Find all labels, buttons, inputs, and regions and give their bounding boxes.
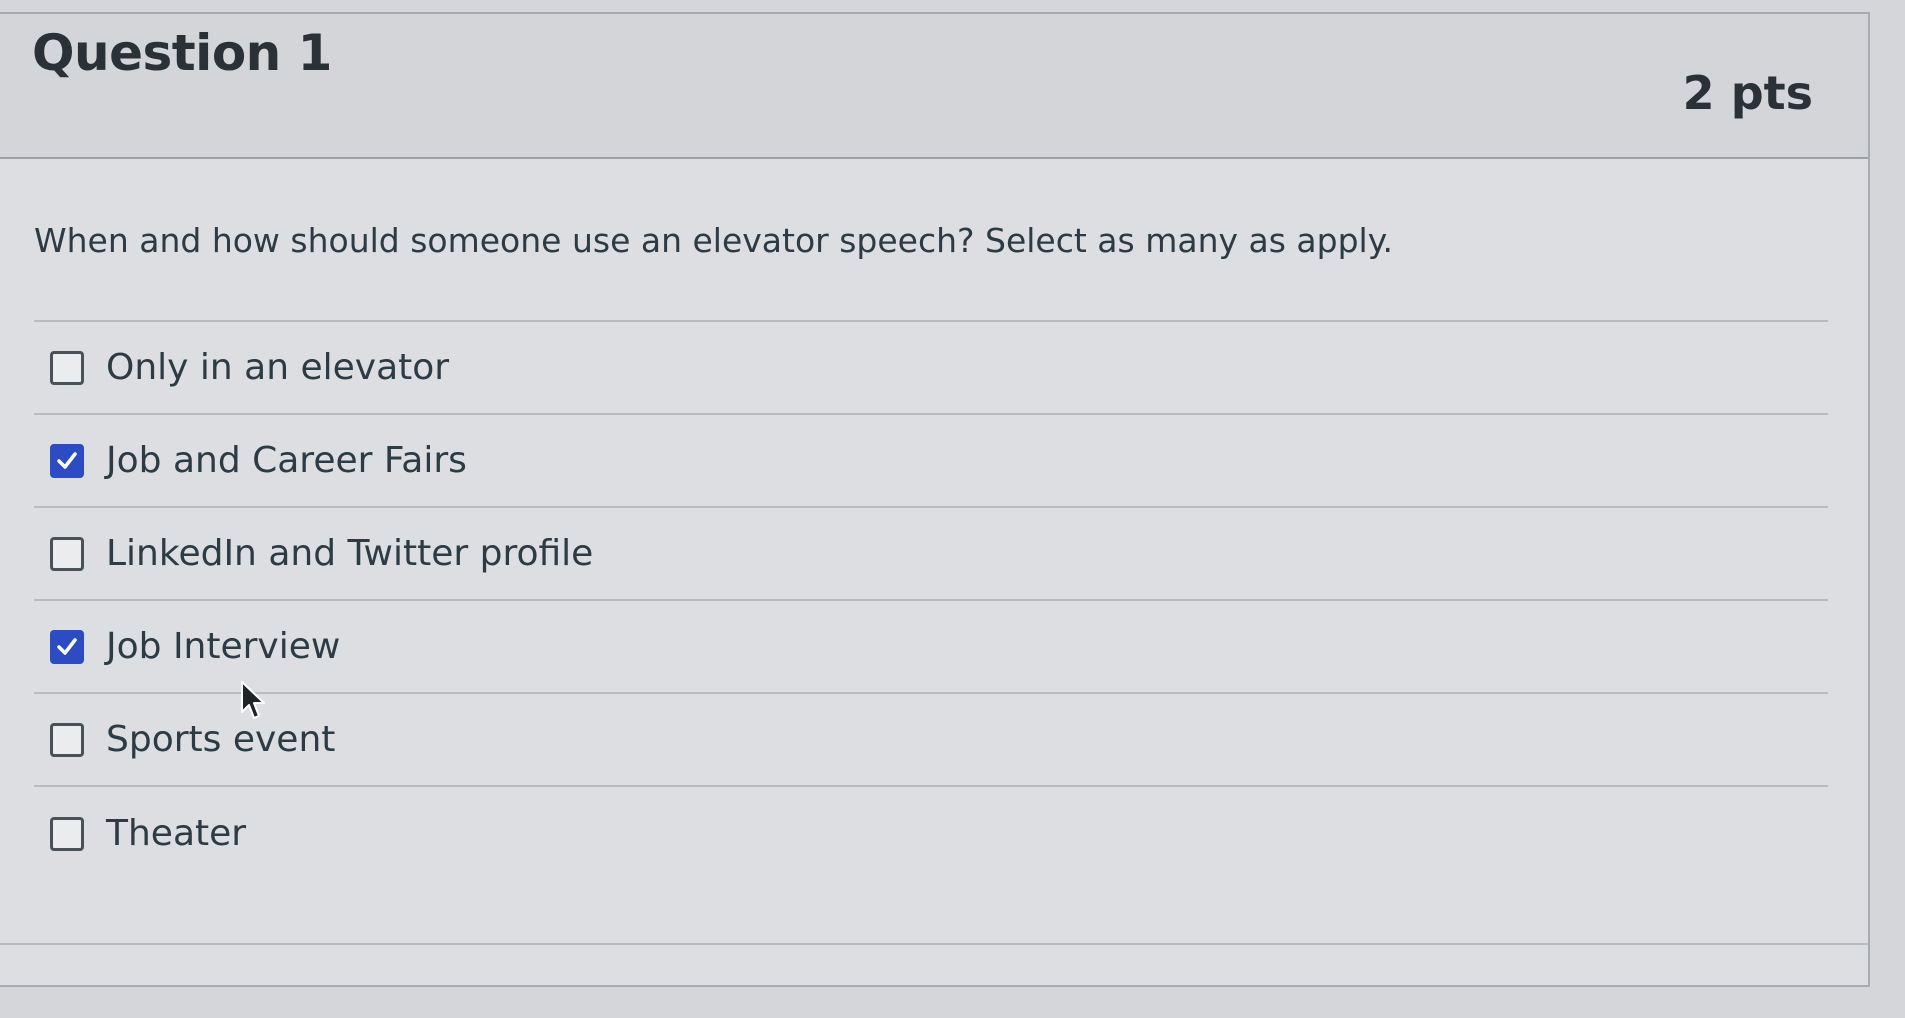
question-points: 2 pts: [1682, 66, 1813, 120]
answer-list: Only in an elevator Job and Career Fairs…: [34, 322, 1828, 880]
divider: [0, 943, 1868, 945]
checkmark-icon: [57, 637, 77, 655]
answer-option-job-career-fairs[interactable]: Job and Career Fairs: [34, 415, 1828, 508]
answer-label: Sports event: [106, 719, 336, 760]
answer-option-theater[interactable]: Theater: [34, 787, 1828, 880]
answer-label: Job Interview: [106, 626, 341, 667]
answer-option-linkedin-twitter[interactable]: LinkedIn and Twitter profile: [34, 508, 1828, 601]
answer-label: Job and Career Fairs: [106, 440, 467, 481]
question-title: Question 1: [32, 24, 332, 82]
question-header: Question 1 2 pts: [0, 14, 1868, 159]
answer-option-sports-event[interactable]: Sports event: [34, 694, 1828, 787]
answer-option-job-interview[interactable]: Job Interview: [34, 601, 1828, 694]
question-body: When and how should someone use an eleva…: [0, 159, 1868, 880]
checkbox[interactable]: [50, 816, 84, 851]
answer-option-only-in-elevator[interactable]: Only in an elevator: [34, 322, 1828, 415]
checkbox[interactable]: [50, 350, 84, 385]
checkbox[interactable]: [50, 443, 84, 478]
answer-label: Only in an elevator: [106, 347, 450, 388]
mouse-pointer-icon: [241, 681, 265, 719]
answer-label: Theater: [106, 813, 247, 854]
checkmark-icon: [57, 451, 77, 469]
answer-label: LinkedIn and Twitter profile: [106, 533, 594, 574]
checkbox[interactable]: [50, 536, 84, 571]
question-text: When and how should someone use an eleva…: [34, 159, 1828, 322]
checkbox[interactable]: [50, 629, 84, 664]
question-card: Question 1 2 pts When and how should som…: [0, 12, 1870, 987]
checkbox[interactable]: [50, 722, 84, 757]
